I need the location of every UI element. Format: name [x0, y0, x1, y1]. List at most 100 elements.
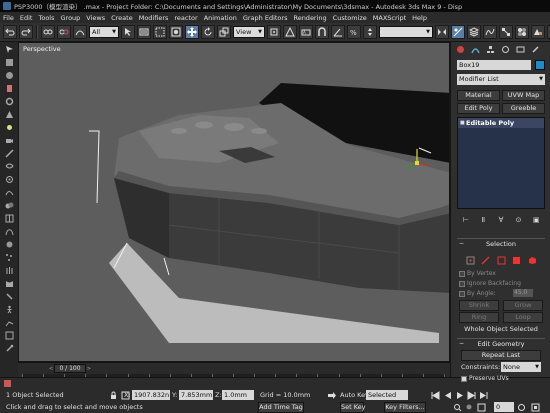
menu-modifiers[interactable]: Modifiers: [139, 14, 169, 22]
light-tool-icon[interactable]: [3, 122, 15, 133]
menu-graph-editors[interactable]: Graph Editors: [243, 14, 288, 22]
modifier-stack[interactable]: Editable Poly: [457, 117, 545, 209]
z-coordinate-field[interactable]: 1.0mm: [222, 390, 254, 400]
sphere-tool-icon[interactable]: [3, 70, 15, 81]
edit-geometry-rollout-header[interactable]: − Edit Geometry: [457, 338, 545, 348]
repeat-last-button[interactable]: Repeat Last: [461, 350, 541, 361]
by-angle-spinner[interactable]: 45.0: [513, 289, 533, 297]
object-color-swatch[interactable]: [535, 60, 545, 70]
undo-icon[interactable]: [3, 25, 17, 39]
x-coordinate-field[interactable]: 1907.832n: [132, 390, 170, 400]
material-button[interactable]: Material: [457, 90, 500, 101]
spacewarp-tool-icon[interactable]: [3, 161, 15, 172]
key-filters-button[interactable]: Key Filters...: [384, 402, 426, 413]
display-tab-icon[interactable]: [514, 44, 526, 55]
rect-region-icon[interactable]: [153, 25, 167, 39]
bones-tool-icon[interactable]: [3, 291, 15, 302]
helper-tool-icon[interactable]: [3, 148, 15, 159]
maximize-viewport-icon[interactable]: [530, 402, 541, 413]
go-to-end-icon[interactable]: [478, 390, 489, 401]
select-icon[interactable]: [121, 25, 135, 39]
add-time-tag-button[interactable]: Add Time Tag: [258, 402, 304, 413]
ignore-backfacing-checkbox[interactable]: Ignore Backfacing: [459, 280, 521, 287]
viewport-label[interactable]: Perspective: [23, 45, 61, 53]
align-icon[interactable]: [451, 25, 465, 39]
play-icon[interactable]: [454, 390, 465, 401]
nurbs-tool-icon[interactable]: [3, 226, 15, 237]
box-tool-icon[interactable]: [3, 57, 15, 68]
unlink-icon[interactable]: [57, 25, 71, 39]
arrow-tool-icon[interactable]: [3, 44, 15, 55]
menu-create[interactable]: Create: [111, 14, 133, 22]
zoom-all-icon[interactable]: [464, 402, 475, 413]
snap-icon[interactable]: [315, 25, 329, 39]
lock-selection-icon[interactable]: [108, 390, 119, 401]
create-tab-icon[interactable]: [454, 44, 466, 55]
window-crossing-icon[interactable]: [169, 25, 183, 39]
grow-button[interactable]: Grow: [503, 300, 543, 311]
menu-edit[interactable]: Edit: [20, 14, 33, 22]
utilities-tab-icon[interactable]: [529, 44, 541, 55]
configure-sets-icon[interactable]: ▣: [532, 216, 540, 224]
mirror-icon[interactable]: [435, 25, 449, 39]
next-frame-button-icon[interactable]: [466, 390, 477, 401]
motion-tab-icon[interactable]: [499, 44, 511, 55]
biped-tool-icon[interactable]: [3, 304, 15, 315]
utility-tool-icon[interactable]: [3, 343, 15, 354]
reference-coord-dropdown[interactable]: View ▼: [233, 26, 265, 38]
spinner-snap-icon[interactable]: [363, 25, 377, 39]
menu-help[interactable]: Help: [412, 14, 427, 22]
bind-spacewarp-icon[interactable]: [73, 25, 87, 39]
object-name-field[interactable]: Box19: [457, 60, 531, 70]
menu-group[interactable]: Group: [61, 14, 81, 22]
modify-tab-icon[interactable]: [469, 44, 481, 55]
menu-rendering[interactable]: Rendering: [293, 14, 326, 22]
curve-editor-icon[interactable]: [483, 25, 497, 39]
camera-tool-icon[interactable]: [3, 135, 15, 146]
schematic-icon[interactable]: [499, 25, 513, 39]
script-tool-icon[interactable]: [3, 330, 15, 341]
remove-modifier-icon[interactable]: ⊙: [515, 216, 523, 224]
material-editor-icon[interactable]: [515, 25, 529, 39]
greeble-button[interactable]: Greeble: [502, 103, 545, 114]
selection-filter-dropdown[interactable]: All ▼: [89, 26, 119, 38]
link-icon[interactable]: [41, 25, 55, 39]
auto-key-button[interactable]: Auto Key: [340, 391, 369, 399]
cone-tool-icon[interactable]: [3, 109, 15, 120]
menu-views[interactable]: Views: [86, 14, 105, 22]
menu-reactor[interactable]: reactor: [174, 14, 197, 22]
angle-snap-icon[interactable]: [331, 25, 345, 39]
hair-tool-icon[interactable]: [3, 265, 15, 276]
particles-tool-icon[interactable]: [3, 252, 15, 263]
next-frame-icon[interactable]: >: [87, 365, 91, 373]
system-tool-icon[interactable]: [3, 174, 15, 185]
loop-button[interactable]: Loop: [503, 312, 543, 323]
cloth-tool-icon[interactable]: [3, 278, 15, 289]
by-angle-checkbox[interactable]: By Angle:: [459, 290, 496, 297]
menu-maxscript[interactable]: MAXScript: [373, 14, 406, 22]
element-level-icon[interactable]: [527, 255, 537, 265]
vertex-level-icon[interactable]: [465, 255, 475, 265]
render-setup-icon[interactable]: [531, 25, 545, 39]
uvw-map-button[interactable]: UVW Map: [502, 90, 545, 101]
scale-icon[interactable]: [217, 25, 231, 39]
menu-animation[interactable]: Animation: [204, 14, 237, 22]
y-coordinate-field[interactable]: 7.853mm: [179, 390, 213, 400]
percent-snap-icon[interactable]: %: [347, 25, 361, 39]
gizmo-center[interactable]: [415, 161, 419, 165]
show-end-result-icon[interactable]: Ⅱ: [479, 216, 487, 224]
set-key-button[interactable]: Set Key: [340, 402, 366, 413]
key-mode-dropdown[interactable]: Selected: [366, 390, 408, 400]
compound-tool-icon[interactable]: [3, 200, 15, 211]
select-by-name-icon[interactable]: [137, 25, 151, 39]
layer-icon[interactable]: [467, 25, 481, 39]
manipulate-icon[interactable]: [283, 25, 297, 39]
preserve-uvs-checkbox[interactable]: Preserve UVs: [461, 375, 509, 382]
redo-icon[interactable]: [19, 25, 33, 39]
set-key-icon[interactable]: [326, 390, 337, 401]
constraints-dropdown[interactable]: None ▼: [501, 362, 541, 372]
shape-tool-icon[interactable]: [3, 187, 15, 198]
zoom-extents-icon[interactable]: [476, 402, 487, 413]
border-level-icon[interactable]: [496, 255, 506, 265]
prev-frame-button-icon[interactable]: [442, 390, 453, 401]
